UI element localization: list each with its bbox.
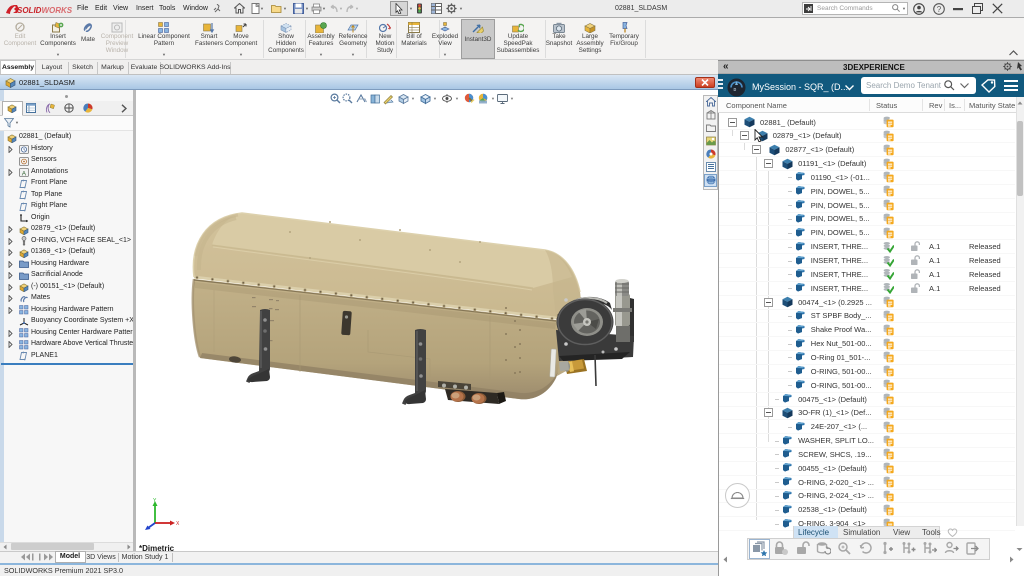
svg-text:X: X	[176, 521, 180, 527]
svg-text:Y: Y	[153, 498, 157, 504]
svg-text:SOLIDWORKS: SOLIDWORKS	[17, 6, 73, 15]
svg-text:ᴅ: ᴅ	[734, 87, 737, 93]
svg-text:?: ?	[937, 5, 942, 14]
svg-text:A: A	[22, 170, 27, 177]
